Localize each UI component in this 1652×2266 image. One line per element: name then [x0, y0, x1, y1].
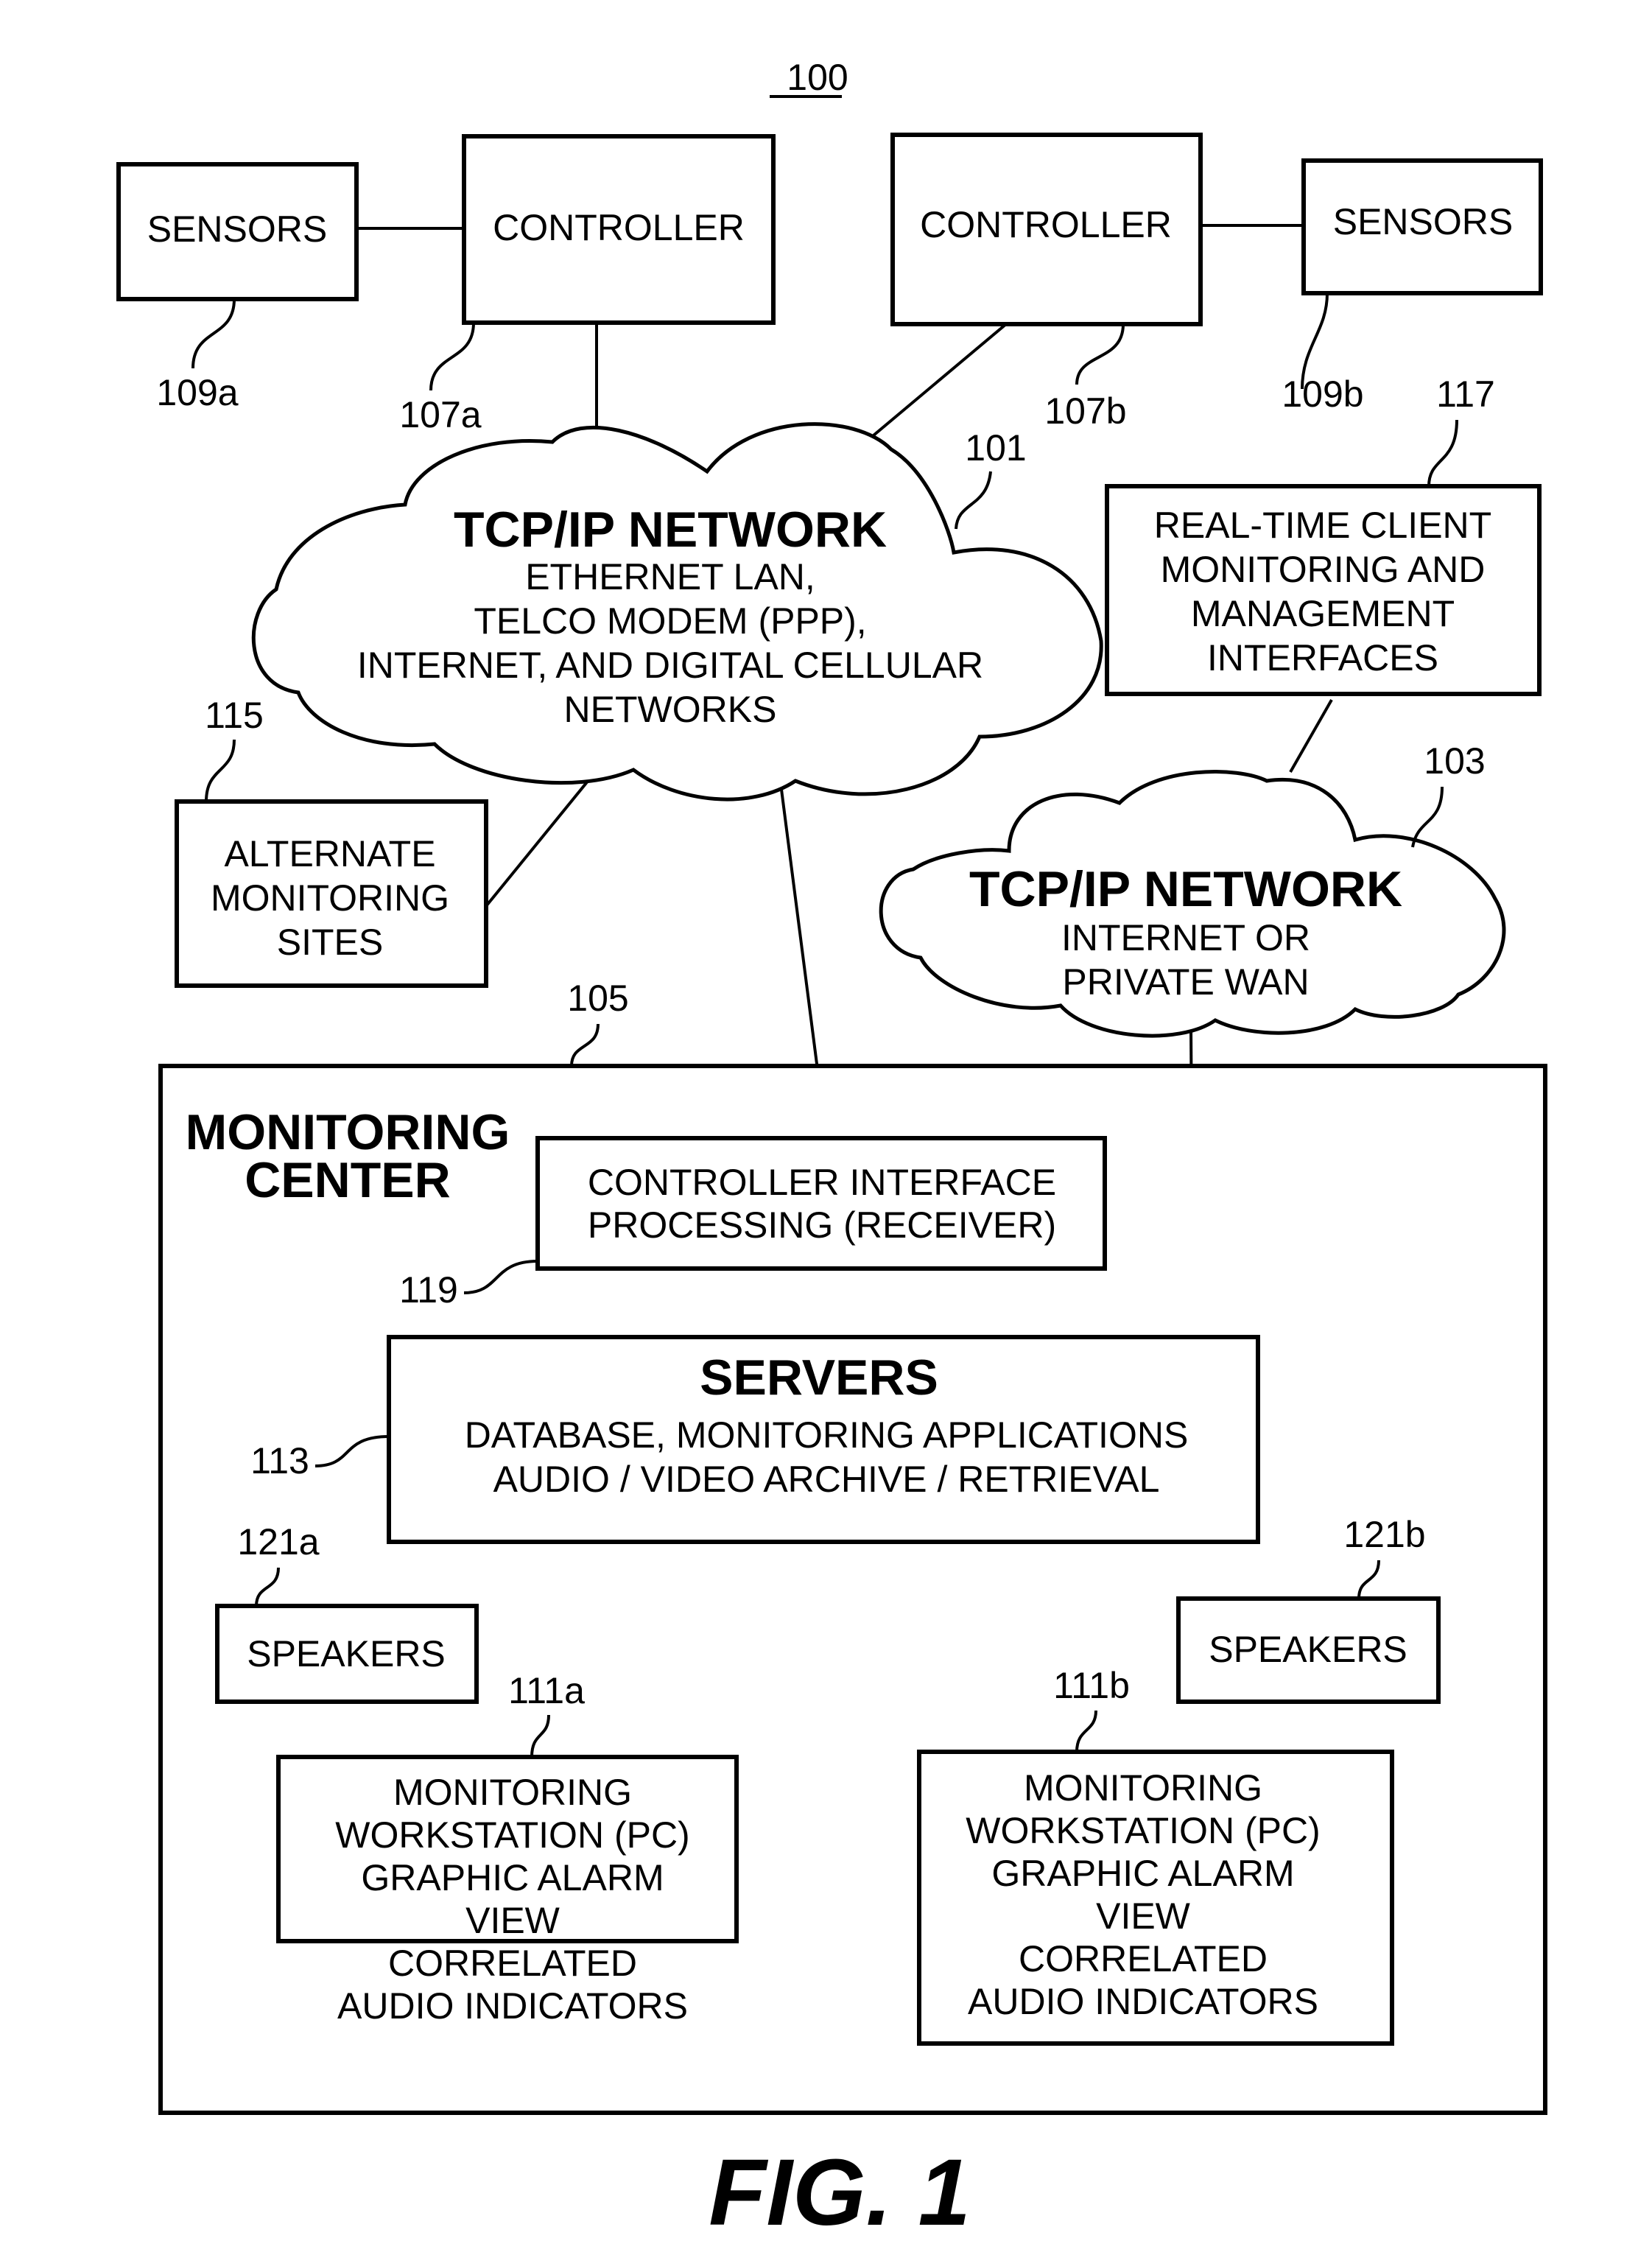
- controller-b-node: CONTROLLER: [890, 133, 1203, 326]
- sensors-a-node: SENSORS: [116, 162, 359, 301]
- workstation-b-line-5: CORRELATED: [1019, 1938, 1268, 1979]
- network-101-line-1: ETHERNET LAN,: [525, 556, 815, 597]
- ref-121b: 121b: [1343, 1514, 1425, 1555]
- alternate-sites-node: ALTERNATE MONITORING SITES: [175, 799, 488, 988]
- ref-103: 103: [1424, 740, 1485, 782]
- workstation-b-line-2: WORKSTATION (PC): [966, 1810, 1320, 1851]
- leader-105: [570, 1023, 600, 1067]
- workstation-b-line-4: VIEW: [1096, 1895, 1191, 1937]
- alternate-sites-line-3: SITES: [277, 922, 383, 963]
- realtime-client-line-1: REAL-TIME CLIENT: [1154, 505, 1491, 546]
- network-101-line-2: TELCO MODEM (PPP),: [474, 600, 866, 642]
- link-controller-b-network: [868, 323, 1008, 441]
- network-101-line-4: NETWORKS: [564, 689, 777, 730]
- network-101-line-3: INTERNET, AND DIGITAL CELLULAR: [357, 645, 983, 686]
- link-network-alternate-sites: [485, 778, 591, 908]
- leader-109a: [191, 298, 236, 369]
- ref-107b: 107b: [1044, 390, 1126, 432]
- leader-101: [955, 471, 992, 530]
- controller-a-node: CONTROLLER: [462, 134, 776, 325]
- realtime-client-line-3: MANAGEMENT: [1191, 593, 1455, 634]
- workstation-b-line-3: GRAPHIC ALARM: [991, 1853, 1294, 1894]
- alternate-sites-line-1: ALTERNATE: [224, 833, 435, 874]
- controller-interface-line-2: PROCESSING (RECEIVER): [588, 1204, 1056, 1246]
- network-103-cloud: TCP/IP NETWORK INTERNET OR PRIVATE WAN: [879, 770, 1506, 1038]
- workstation-b-node: MONITORING WORKSTATION (PC) GRAPHIC ALAR…: [917, 1750, 1394, 2046]
- monitoring-center-title-2: CENTER: [245, 1152, 451, 1208]
- ref-107a: 107a: [399, 394, 481, 435]
- network-103-line-1: INTERNET OR: [1061, 917, 1310, 958]
- ref-111a: 111a: [508, 1670, 585, 1711]
- speakers-a-label: SPEAKERS: [247, 1633, 446, 1674]
- workstation-b-line-6: AUDIO INDICATORS: [968, 1981, 1318, 2022]
- realtime-client-node: REAL-TIME CLIENT MONITORING AND MANAGEME…: [1105, 484, 1542, 696]
- controller-a-label: CONTROLLER: [493, 207, 745, 248]
- controller-interface-line-1: CONTROLLER INTERFACE: [588, 1162, 1056, 1203]
- sensors-b-node: SENSORS: [1301, 158, 1543, 295]
- sensors-a-label: SENSORS: [147, 208, 328, 250]
- ref-109a: 109a: [156, 372, 238, 413]
- ref-117: 117: [1436, 373, 1495, 415]
- controller-interface-box: [535, 1136, 1107, 1271]
- realtime-client-line-4: INTERFACES: [1207, 637, 1438, 678]
- network-103-line-2: PRIVATE WAN: [1062, 961, 1309, 1003]
- leader-107a: [429, 322, 475, 391]
- leader-107b: [1075, 323, 1125, 385]
- servers-line-1: DATABASE, MONITORING APPLICATIONS: [465, 1414, 1189, 1456]
- sensors-b-label: SENSORS: [1333, 201, 1514, 242]
- system-ref-label: 100: [787, 57, 848, 98]
- workstation-a-line-2: WORKSTATION (PC): [335, 1814, 689, 1856]
- ref-109b: 109b: [1282, 373, 1363, 415]
- ref-121a: 121a: [237, 1521, 319, 1562]
- workstation-a-line-5: CORRELATED: [388, 1943, 637, 1984]
- workstation-b-line-1: MONITORING: [1024, 1767, 1262, 1809]
- ref-119: 119: [399, 1269, 458, 1311]
- link-client-network-103: [1289, 699, 1333, 773]
- system-diagram: 100 SENSORS CONTROLLER CONTROLLER SENSOR…: [116, 57, 1547, 2245]
- alternate-sites-line-2: MONITORING: [211, 877, 449, 919]
- ref-105: 105: [567, 978, 628, 1019]
- ref-113: 113: [250, 1440, 309, 1481]
- servers-title: SERVERS: [700, 1350, 938, 1406]
- network-103-title: TCP/IP NETWORK: [969, 861, 1402, 917]
- servers-line-2: AUDIO / VIDEO ARCHIVE / RETRIEVAL: [493, 1459, 1160, 1500]
- ref-111b: 111b: [1053, 1665, 1130, 1706]
- speakers-b-node: SPEAKERS: [1176, 1596, 1441, 1704]
- speakers-a-node: SPEAKERS: [215, 1604, 479, 1704]
- figure-caption: FIG. 1: [709, 2140, 971, 2245]
- workstation-a-line-3: GRAPHIC ALARM: [361, 1857, 664, 1898]
- ref-101: 101: [965, 427, 1026, 469]
- controller-b-label: CONTROLLER: [920, 204, 1172, 245]
- controller-interface-node: CONTROLLER INTERFACE PROCESSING (RECEIVE…: [535, 1136, 1107, 1271]
- network-101-cloud: TCP/IP NETWORK ETHERNET LAN, TELCO MODEM…: [251, 422, 1103, 801]
- workstation-a-line-4: VIEW: [465, 1900, 560, 1941]
- speakers-b-label: SPEAKERS: [1209, 1629, 1407, 1670]
- network-101-title: TCP/IP NETWORK: [454, 502, 887, 558]
- workstation-a-line-1: MONITORING: [393, 1772, 632, 1813]
- leader-103: [1411, 786, 1444, 848]
- ref-115: 115: [205, 695, 264, 736]
- realtime-client-line-2: MONITORING AND: [1161, 549, 1486, 590]
- servers-node: SERVERS DATABASE, MONITORING APPLICATION…: [387, 1335, 1260, 1544]
- workstation-a-line-6: AUDIO INDICATORS: [337, 1985, 688, 2027]
- workstation-a-node: MONITORING WORKSTATION (PC) GRAPHIC ALAR…: [276, 1755, 739, 2027]
- leader-115: [205, 739, 236, 802]
- leader-117: [1427, 419, 1458, 487]
